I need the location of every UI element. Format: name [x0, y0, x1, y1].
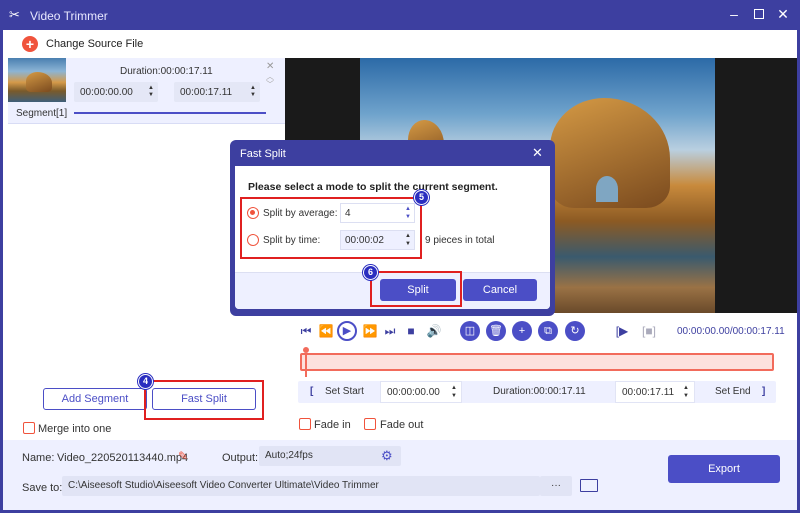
stepper-arrows-icon[interactable]: ▲ ▼	[683, 384, 689, 400]
stepper-arrows-icon[interactable]: ▲ ▼	[148, 85, 154, 99]
end-time-stepper[interactable]: 00:00:17.11 ▲ ▼	[615, 381, 695, 403]
segment-label: Segment[1]	[16, 108, 68, 119]
plus-icon: +	[22, 36, 38, 52]
split-clip-icon[interactable]: ◫	[460, 321, 480, 341]
scissors-logo-icon: ✂	[9, 7, 20, 22]
file-name: Video_220520113440.mp4	[57, 452, 189, 464]
stepper-arrows-icon[interactable]: ▲ ▼	[250, 85, 256, 99]
output-settings-field[interactable]: Auto;24fps ⚙	[259, 446, 401, 466]
add-segment-label: Add Segment	[61, 393, 129, 405]
remove-segment-icon[interactable]: ✕	[266, 61, 274, 72]
output-label: Output:	[222, 452, 259, 464]
edit-name-icon[interactable]: ✎	[178, 449, 188, 463]
minimize-icon[interactable]: –	[727, 7, 741, 21]
export-button[interactable]: Export	[668, 455, 780, 483]
step-6-badge: 6	[363, 265, 378, 280]
fade-in-label: Fade in	[314, 419, 351, 431]
segment-panel[interactable]: Duration:00:00:17.11 00:00:00.00 ▲ ▼ 00:0…	[8, 58, 285, 124]
output-value: Auto;24fps	[265, 450, 313, 461]
volume-icon[interactable]: 🔊	[425, 322, 443, 340]
mark-out-icon[interactable]: [■]	[640, 322, 658, 340]
dialog-title: Fast Split	[240, 148, 286, 160]
stop-icon[interactable]: ■	[402, 322, 420, 340]
bracket-start-icon: [	[310, 386, 314, 397]
stepper-arrows-icon[interactable]: ▲ ▼	[405, 205, 411, 221]
save-to-label: Save to:	[22, 482, 63, 494]
split-by-time-radio[interactable]	[247, 234, 259, 246]
dialog-prompt: Please select a mode to split the curren…	[248, 181, 498, 193]
split-by-time-label: Split by time:	[263, 235, 321, 246]
play-button[interactable]: ▶	[337, 321, 357, 341]
delete-icon[interactable]: 🗑	[486, 321, 506, 341]
stepper-arrows-icon[interactable]: ▲ ▼	[451, 384, 457, 400]
skip-start-icon[interactable]: ⏮	[297, 322, 315, 340]
set-end-button[interactable]: Set End	[715, 386, 751, 397]
pieces-total: 9 pieces in total	[425, 235, 495, 246]
end-time-value: 00:00:17.11	[622, 387, 675, 398]
average-value: 4	[345, 208, 351, 219]
fade-out-checkbox[interactable]	[364, 418, 376, 430]
skip-end-icon[interactable]: ⏭	[381, 322, 399, 340]
save-path-field[interactable]: C:\Aiseesoft Studio\Aiseesoft Video Conv…	[62, 476, 540, 496]
title-bar: ✂ Video Trimmer – ✕	[0, 0, 800, 30]
window-title: Video Trimmer	[30, 9, 108, 23]
segment-start-value: 00:00:00.00	[80, 86, 133, 98]
segment-start-stepper[interactable]: 00:00:00.00 ▲ ▼	[74, 82, 158, 102]
segment-end-value: 00:00:17.11	[180, 86, 233, 98]
split-by-average-radio[interactable]	[247, 207, 259, 219]
step-5-badge: 5	[414, 190, 429, 205]
change-source-button[interactable]: + Change Source File	[22, 36, 143, 52]
dialog-close-icon[interactable]: ✕	[532, 145, 543, 161]
browse-button[interactable]: ···	[540, 476, 572, 496]
name-label: Name:	[22, 452, 55, 464]
folder-icon[interactable]	[580, 479, 598, 492]
fast-split-button[interactable]: Fast Split	[152, 388, 256, 410]
segment-duration: Duration:00:00:17.11	[120, 66, 213, 77]
add-segment-button[interactable]: Add Segment	[43, 388, 147, 410]
rewind-icon[interactable]: ⏪	[317, 322, 335, 340]
playhead-handle[interactable]	[303, 347, 309, 377]
step-4-badge: 4	[138, 374, 153, 389]
browse-dots: ···	[551, 480, 561, 491]
timeline-track[interactable]	[300, 353, 774, 371]
copy-icon[interactable]: ⧉	[538, 321, 558, 341]
start-time-stepper[interactable]: 00:00:00.00 ▲ ▼	[380, 381, 462, 403]
merge-label: Merge into one	[38, 423, 112, 435]
segment-end-stepper[interactable]: 00:00:17.11 ▲ ▼	[174, 82, 260, 102]
gear-icon[interactable]: ⚙	[381, 448, 393, 464]
average-stepper[interactable]: 4 ▲ ▼	[340, 203, 415, 223]
set-start-button[interactable]: Set Start	[325, 386, 364, 397]
maximize-icon[interactable]	[752, 7, 766, 21]
bracket-end-icon: ]	[762, 386, 766, 397]
reset-icon[interactable]: ↻	[565, 321, 585, 341]
save-path-value: C:\Aiseesoft Studio\Aiseesoft Video Conv…	[68, 480, 379, 491]
cancel-label: Cancel	[482, 284, 518, 296]
move-segment-icon[interactable]: ︿ ﹀	[266, 73, 274, 89]
split-label: Split	[407, 284, 429, 296]
close-icon[interactable]: ✕	[776, 7, 790, 21]
mark-in-icon[interactable]: [▶	[613, 322, 631, 340]
fade-out-label: Fade out	[380, 419, 424, 431]
add-icon[interactable]: +	[512, 321, 532, 341]
change-source-label: Change Source File	[46, 38, 144, 50]
segment-thumbnail	[8, 58, 66, 102]
fast-forward-icon[interactable]: ⏩	[361, 322, 379, 340]
split-by-average-label: Split by average:	[263, 208, 338, 219]
merge-checkbox[interactable]	[23, 422, 35, 434]
split-button[interactable]: Split	[380, 279, 456, 301]
trim-duration: Duration:00:00:17.11	[493, 386, 586, 397]
export-label: Export	[708, 463, 740, 475]
timecode-display: 00:00:00.00/00:00:17.11	[677, 326, 785, 337]
time-value: 00:00:02	[345, 235, 384, 246]
stepper-arrows-icon[interactable]: ▲ ▼	[405, 232, 411, 248]
segment-progress-line	[74, 112, 266, 114]
start-time-value: 00:00:00.00	[387, 387, 440, 398]
fast-split-label: Fast Split	[181, 393, 227, 405]
cancel-button[interactable]: Cancel	[463, 279, 537, 301]
fade-in-checkbox[interactable]	[299, 418, 311, 430]
time-stepper[interactable]: 00:00:02 ▲ ▼	[340, 230, 415, 250]
